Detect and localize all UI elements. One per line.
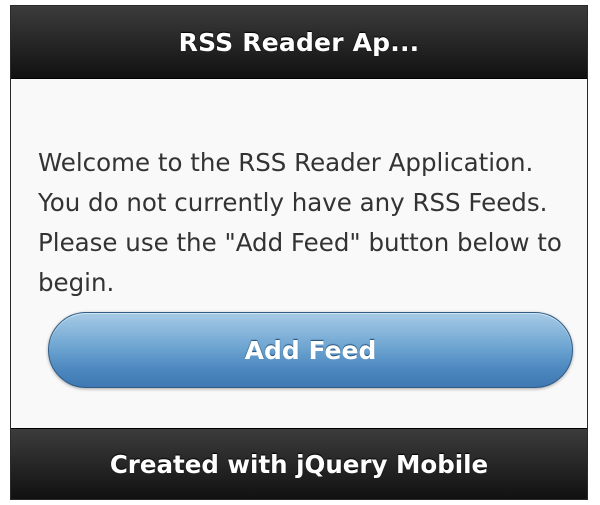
welcome-message: Welcome to the RSS Reader Application. Y… — [38, 148, 562, 297]
add-feed-button[interactable]: Add Feed — [48, 312, 573, 388]
footer-text: Created with jQuery Mobile — [109, 449, 489, 479]
page-title: RSS Reader Ap... — [178, 27, 420, 57]
main-content: Welcome to the RSS Reader Application. Y… — [11, 79, 587, 431]
app-screen: RSS Reader Ap... Welcome to the RSS Read… — [10, 5, 588, 500]
header-bar: RSS Reader Ap... — [11, 6, 587, 79]
add-feed-button-label: Add Feed — [244, 335, 377, 365]
footer-bar: Created with jQuery Mobile — [11, 428, 587, 499]
